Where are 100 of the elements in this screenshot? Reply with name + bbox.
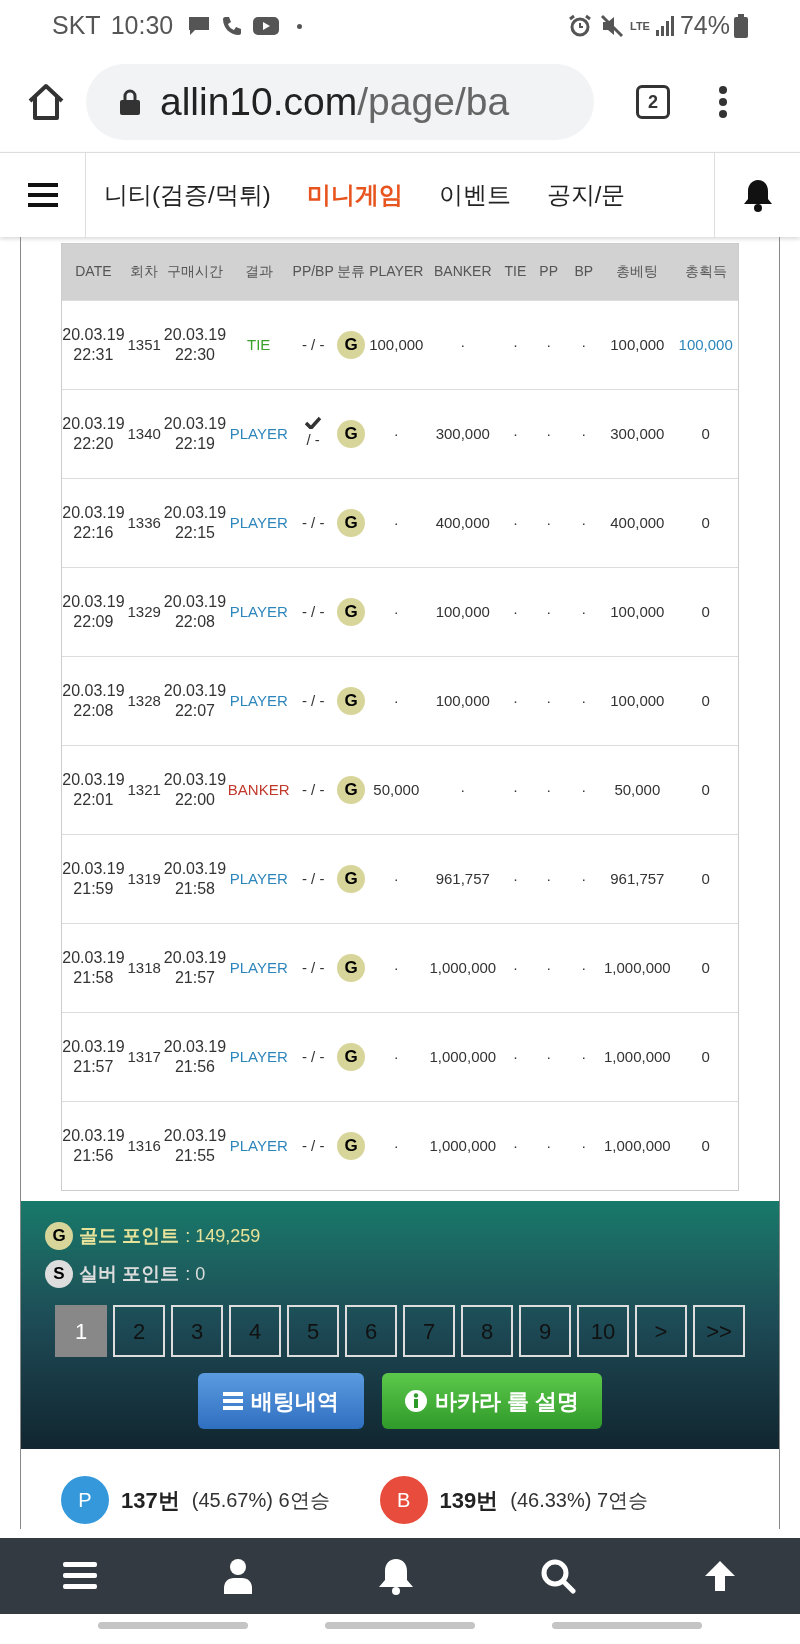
column-header: DATE <box>75 263 112 281</box>
category-badge: G <box>337 1132 366 1160</box>
table-cell-text: / - <box>306 430 320 451</box>
table-cell: 20.03.19 22:31 <box>62 325 125 365</box>
table-cell-text: · <box>512 334 518 355</box>
table-cell: 20.03.19 22:15 <box>163 503 227 543</box>
table-cell-text: · <box>393 423 399 444</box>
page-button[interactable]: > <box>635 1305 687 1357</box>
page-button[interactable]: 7 <box>403 1305 455 1357</box>
table-cell-text: 50,000 <box>373 779 420 800</box>
mute-icon <box>600 14 624 38</box>
point-label: 실버 포인트 <box>79 1261 180 1286</box>
result-label: PLAYER <box>229 601 288 622</box>
page-button[interactable]: 2 <box>113 1305 165 1357</box>
column-header: 총베팅 <box>616 263 659 281</box>
table-cell-text: 400,000 <box>435 512 490 533</box>
nav-link[interactable]: 이벤트 <box>438 177 511 213</box>
category-badge: G <box>337 865 366 893</box>
menu-icon[interactable] <box>27 183 58 207</box>
user-icon[interactable] <box>223 1558 252 1594</box>
result-label: PLAYER <box>229 690 288 711</box>
page-button[interactable]: 5 <box>287 1305 339 1357</box>
bell-icon[interactable] <box>741 178 774 212</box>
result-label: PLAYER <box>229 1135 288 1156</box>
page-button[interactable]: 4 <box>229 1305 281 1357</box>
result-label: BANKER <box>227 779 290 800</box>
table-cell-text: · <box>393 1046 399 1067</box>
table-cell-text: · <box>393 512 399 533</box>
table-cell-text: - / - <box>301 512 325 533</box>
table-cell-text: · <box>393 868 399 889</box>
column-header: 결과 <box>244 263 273 281</box>
table-cell-text: · <box>546 1046 552 1067</box>
nav-link[interactable]: 공지/문 <box>546 177 626 213</box>
table-cell: 20.03.19 22:07 <box>163 681 227 721</box>
result-label: TIE <box>247 334 271 355</box>
table-cell-text: · <box>512 868 518 889</box>
table-cell-text: - / - <box>301 334 325 355</box>
table-cell: 20.03.19 22:08 <box>62 681 125 721</box>
address-bar[interactable]: allin10.com/page/ba <box>86 64 594 140</box>
nav-link[interactable]: 니티(검증/먹튀) <box>104 177 271 213</box>
table-cell-text: · <box>581 868 587 889</box>
table-cell-text: · <box>546 779 552 800</box>
nav-link[interactable]: 미니게임 <box>306 177 403 213</box>
dot-icon <box>297 23 303 29</box>
table-cell-text: · <box>581 1046 587 1067</box>
table-cell-text: · <box>581 423 587 444</box>
table-cell: 20.03.19 22:16 <box>62 503 125 543</box>
table-cell-text: · <box>512 1046 518 1067</box>
page-button[interactable]: 3 <box>171 1305 223 1357</box>
page-button[interactable]: 9 <box>519 1305 571 1357</box>
table-cell-text: · <box>393 601 399 622</box>
column-header: BANKER <box>434 263 492 281</box>
table-cell-text: · <box>546 334 552 355</box>
action-button[interactable]: 바카라 룰 설명 <box>382 1373 602 1429</box>
table-cell-text: 0 <box>701 601 710 622</box>
alarm-icon <box>568 14 592 38</box>
point-value: : 149,259 <box>185 1224 261 1248</box>
table-cell-text: · <box>546 423 552 444</box>
table-cell-text: · <box>546 601 552 622</box>
info-icon <box>404 1390 427 1412</box>
url-text: allin10.com/page/ba <box>160 78 510 125</box>
column-header: 총획득 <box>684 263 727 281</box>
table-cell-text: 1351 <box>127 334 161 355</box>
table-cell-text: 1,000,000 <box>429 957 497 978</box>
table-cell-text: 100,000 <box>678 334 733 355</box>
table-cell-text: 400,000 <box>610 512 665 533</box>
table-cell: 20.03.19 22:20 <box>62 414 125 454</box>
table-cell: 20.03.19 22:09 <box>62 592 125 632</box>
more-icon[interactable] <box>718 85 728 119</box>
search-icon[interactable] <box>540 1558 577 1594</box>
action-button[interactable]: 배팅내역 <box>198 1373 364 1429</box>
stat-count: 139번 <box>439 1486 499 1515</box>
page-button[interactable]: 8 <box>461 1305 513 1357</box>
bell-icon[interactable] <box>377 1557 414 1595</box>
clock: 10:30 <box>110 10 174 42</box>
network-label: LTE <box>630 20 650 32</box>
stat-badge: B <box>379 1476 428 1524</box>
category-badge: G <box>337 687 366 715</box>
page-button[interactable]: 1 <box>55 1305 107 1357</box>
page-button[interactable]: 10 <box>577 1305 629 1357</box>
table-cell: 20.03.19 21:58 <box>163 859 227 899</box>
page-button[interactable]: 6 <box>345 1305 397 1357</box>
carrier: SKT <box>52 10 101 42</box>
page-button[interactable]: >> <box>693 1305 745 1357</box>
table-cell-text: 1,000,000 <box>603 1046 671 1067</box>
table-cell-text: 1321 <box>127 779 161 800</box>
list-icon <box>223 1392 243 1410</box>
table-cell-text: - / - <box>301 1046 325 1067</box>
table-cell-text: 0 <box>701 779 710 800</box>
table-cell-text: · <box>393 1135 399 1156</box>
table-cell-text: 1319 <box>127 868 161 889</box>
point-value: : 0 <box>185 1262 206 1286</box>
home-icon[interactable] <box>26 83 66 121</box>
tab-count-button[interactable]: 2 <box>636 85 670 119</box>
table-cell-text: · <box>393 690 399 711</box>
category-badge: G <box>337 420 366 448</box>
column-header: PP/BP <box>292 263 334 281</box>
table-cell-text: 0 <box>701 1046 710 1067</box>
table-cell-text: 100,000 <box>435 601 490 622</box>
menu-icon[interactable] <box>63 1562 98 1590</box>
